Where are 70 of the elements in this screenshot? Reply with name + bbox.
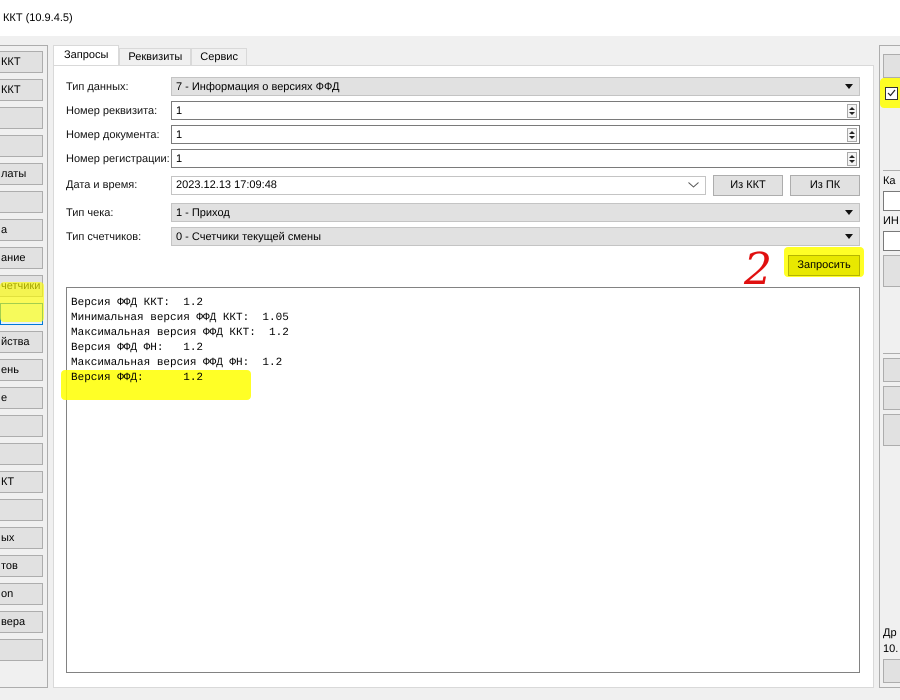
tab[interactable]: Сервис [191,48,247,65]
side-button[interactable] [0,107,43,129]
side-button[interactable]: вера [0,611,43,633]
field-label: Дата и время: [66,179,138,191]
spin-arrows-icon[interactable] [847,128,857,142]
side-button[interactable]: КТ [0,471,43,493]
button[interactable] [883,255,900,287]
field-label: Номер реквизита: [66,104,158,116]
side-button[interactable] [0,499,43,521]
dropdown-arrow-icon [845,234,853,239]
field-label: Тип чека: [66,206,114,218]
output-line: Версия ФФД ФН: 1.2 [71,341,204,356]
field-label: Тип данных: [66,80,130,92]
dropdown-arrow-icon [845,210,853,215]
spin-arrows-icon[interactable] [847,152,857,166]
request-button[interactable]: Запросить [788,254,860,276]
field-label: ИН [883,215,899,227]
window-title: ККТ (10.9.4.5) [3,12,73,24]
side-button[interactable]: е [0,387,43,409]
button[interactable] [883,386,900,410]
button[interactable] [883,414,900,446]
input-field[interactable] [883,191,900,211]
output-line: Максимальная версия ФФД ККТ: 1.2 [71,326,290,341]
field-label: Тип счетчиков: [66,230,142,242]
number-field[interactable]: 1 [171,149,860,168]
tab[interactable]: Реквизиты [119,48,192,65]
chevron-down-icon [688,182,699,188]
side-button[interactable] [0,303,43,325]
button[interactable]: Из ПК [790,174,860,196]
button[interactable]: Из ККТ [713,174,783,196]
dropdown[interactable]: 7 - Информация о версиях ФФД [171,77,860,96]
side-button[interactable]: on [0,583,43,605]
dropdown-arrow-icon [845,84,853,89]
side-button[interactable] [0,135,43,157]
input-field[interactable] [883,231,900,251]
side-button[interactable]: ень [0,359,43,381]
output-line: Минимальная версия ФФД ККТ: 1.05 [71,311,290,326]
field-label: 10. [883,643,898,655]
dropdown[interactable]: 0 - Счетчики текущей смены [171,227,860,246]
field-label: Ка [883,175,896,187]
output-line: Версия ФФД ККТ: 1.2 [71,296,204,311]
side-button[interactable]: ых [0,527,43,549]
number-field[interactable]: 1 [171,125,860,144]
side-button[interactable] [0,415,43,437]
side-button[interactable] [0,191,43,213]
output-line: Версия ФФД: 1.2 [71,371,204,386]
handwritten-number: 2 [744,250,772,290]
dropdown[interactable]: 1 - Приход [171,203,860,222]
button[interactable] [883,659,900,683]
button[interactable] [883,358,900,382]
field-label: Номер регистрации: [66,152,171,164]
number-field[interactable]: 1 [171,101,860,120]
side-button[interactable]: ание [0,247,43,269]
spin-arrows-icon[interactable] [847,104,857,118]
side-button[interactable]: йства [0,331,43,353]
side-button[interactable] [0,639,43,661]
side-button[interactable] [0,443,43,465]
button[interactable] [883,54,900,78]
side-button[interactable]: а [0,219,43,241]
checkbox[interactable] [885,86,898,100]
output-line: Максимальная версия ФФД ФН: 1.2 [71,356,284,371]
side-button[interactable]: тов [0,555,43,577]
tab[interactable]: Запросы [53,45,120,65]
field-label: Др [883,627,897,639]
field-label: Номер документа: [66,128,161,140]
side-button[interactable]: латы [0,163,43,185]
side-button[interactable]: ККТ [0,51,43,73]
highlight-mark [0,282,44,322]
side-button[interactable]: ККТ [0,79,43,101]
date-time-field[interactable]: 2023.12.13 17:09:48 [171,176,706,194]
